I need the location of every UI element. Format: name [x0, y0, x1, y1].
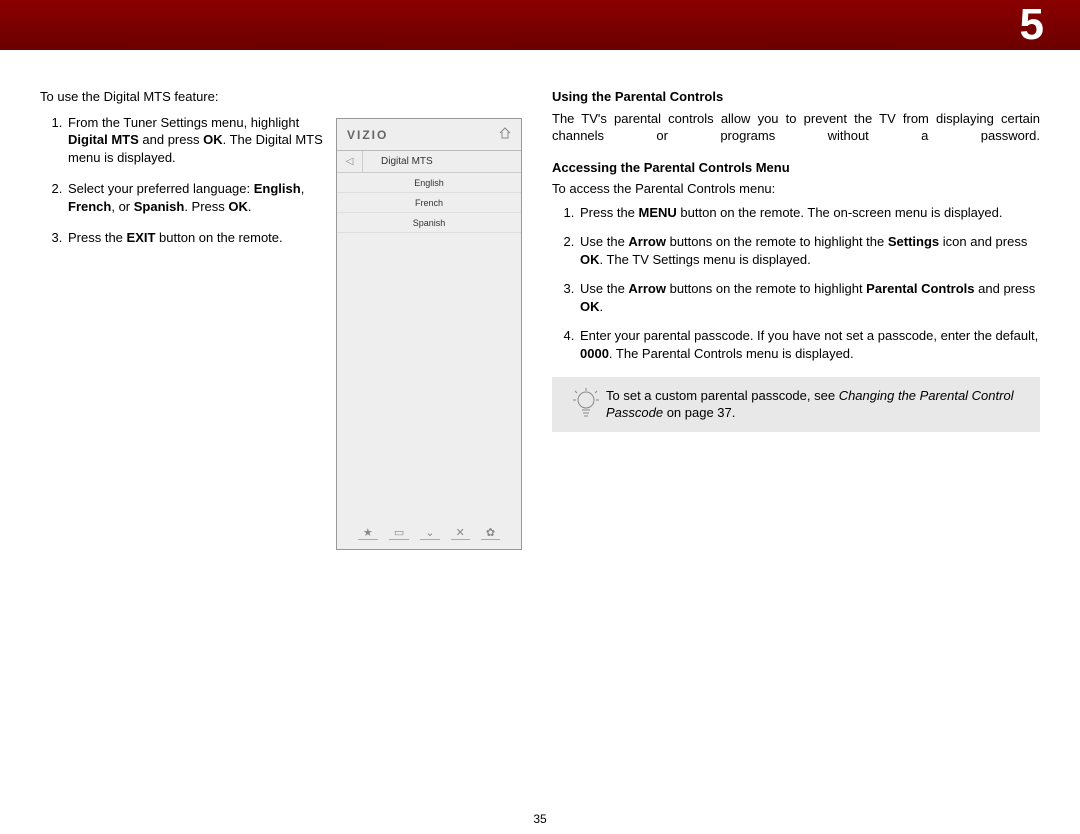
vizio-logo: VIZIO — [347, 128, 388, 142]
x-icon: ✕ — [451, 527, 470, 540]
manual-page: 5 To use the Digital MTS feature: From t… — [0, 0, 1080, 834]
down-icon: ⌄ — [420, 527, 439, 540]
right-column: Using the Parental Controls The TV's par… — [552, 88, 1040, 550]
chapter-number: 5 — [1020, 0, 1044, 50]
header-bar: 5 — [0, 0, 1080, 50]
parental-title: Using the Parental Controls — [552, 88, 1040, 106]
gear-icon: ✿ — [481, 527, 500, 540]
back-icon: ◁ — [337, 151, 363, 173]
accessing-intro: To access the Parental Controls menu: — [552, 180, 1040, 198]
page-number: 35 — [0, 812, 1080, 826]
tip-text: To set a custom parental passcode, see C… — [606, 387, 1026, 422]
mts-step-1: From the Tuner Settings menu, highlight … — [66, 114, 328, 167]
parental-step-4: Enter your parental passcode. If you hav… — [578, 327, 1040, 362]
left-column: To use the Digital MTS feature: From the… — [40, 88, 328, 550]
ss-header: VIZIO — [337, 119, 521, 151]
tv-menu-screenshot: VIZIO ◁ Digital MTS English French Spani… — [336, 118, 522, 550]
tip-box: To set a custom parental passcode, see C… — [552, 377, 1040, 432]
parental-step-2: Use the Arrow buttons on the remote to h… — [578, 233, 1040, 268]
lightbulb-icon — [566, 387, 606, 421]
ss-menu-title: Digital MTS — [363, 156, 521, 167]
ss-option-spanish: Spanish — [337, 213, 521, 233]
ss-option-english: English — [337, 173, 521, 193]
mts-step-3: Press the EXIT button on the remote. — [66, 229, 328, 247]
parental-steps: Press the MENU button on the remote. The… — [552, 204, 1040, 363]
home-icon — [499, 127, 511, 142]
ss-option-french: French — [337, 193, 521, 213]
ss-footer-icons: ★ ▭ ⌄ ✕ ✿ — [337, 526, 521, 539]
ss-title-row: ◁ Digital MTS — [337, 151, 521, 173]
parental-step-1: Press the MENU button on the remote. The… — [578, 204, 1040, 222]
parental-step-3: Use the Arrow buttons on the remote to h… — [578, 280, 1040, 315]
accessing-subtitle: Accessing the Parental Controls Menu — [552, 159, 1040, 177]
parental-intro-para: The TV's parental controls allow you to … — [552, 110, 1040, 145]
wide-icon: ▭ — [389, 527, 409, 540]
mts-intro: To use the Digital MTS feature: — [40, 88, 328, 106]
content-area: To use the Digital MTS feature: From the… — [40, 88, 1040, 550]
star-icon: ★ — [358, 527, 378, 540]
mts-steps: From the Tuner Settings menu, highlight … — [40, 114, 328, 247]
mts-step-2: Select your preferred language: English,… — [66, 180, 328, 215]
